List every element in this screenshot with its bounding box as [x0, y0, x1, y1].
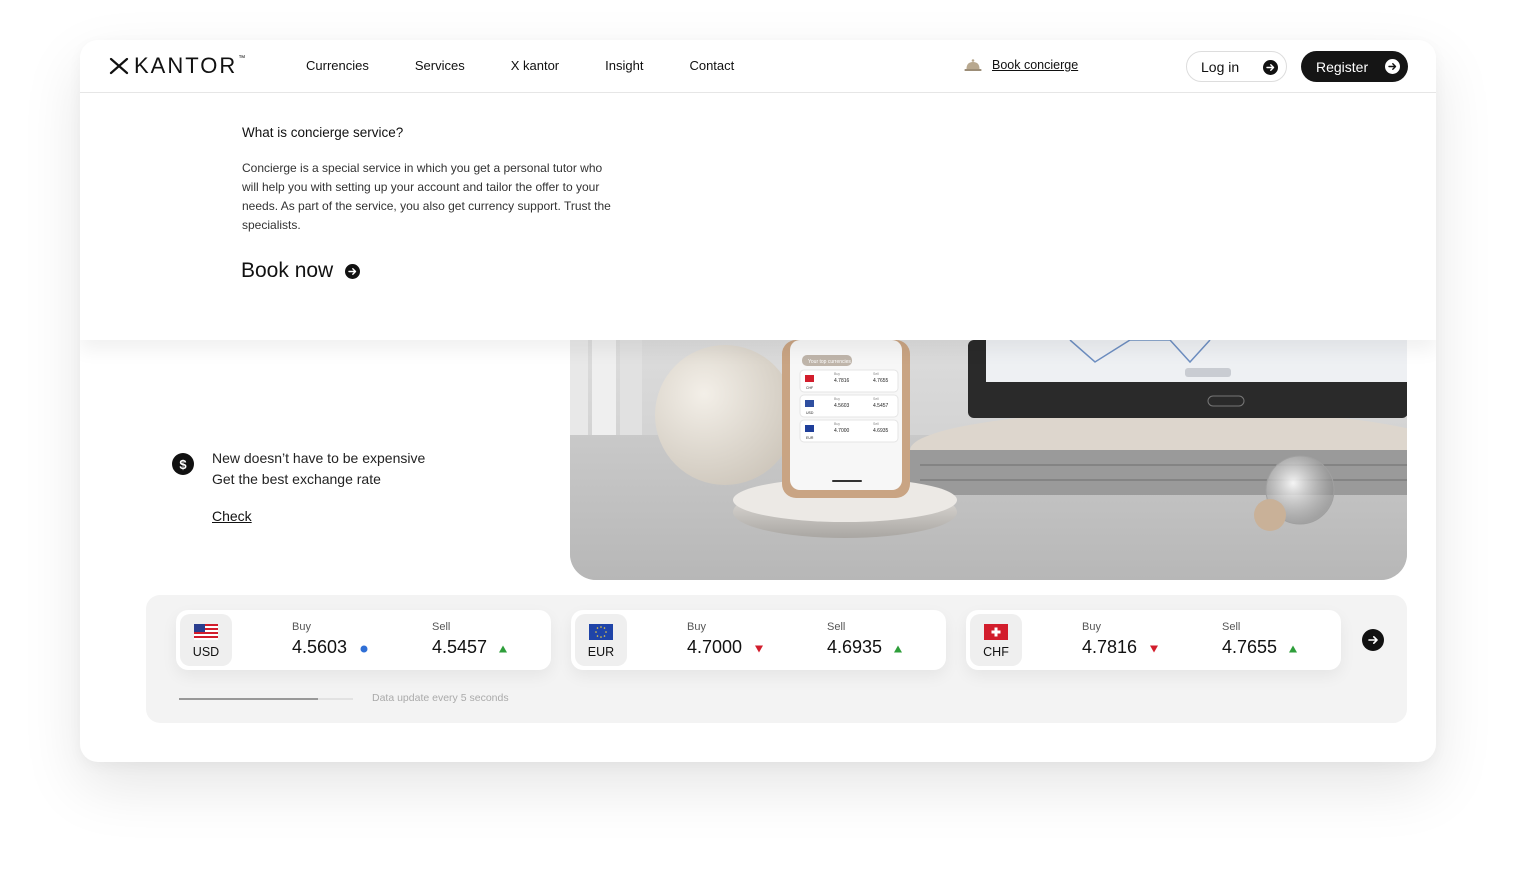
phone-row-buy-label: Buy [834, 372, 840, 376]
sell-value: 4.6935 [827, 637, 883, 657]
phone-row-code: USD [806, 411, 814, 415]
currency-code: EUR [587, 645, 615, 659]
nav-insight[interactable]: Insight [605, 58, 643, 73]
register-button[interactable]: Register [1301, 51, 1408, 82]
next-rates-button[interactable] [1362, 629, 1384, 651]
book-concierge-label: Book concierge [992, 58, 1079, 72]
rates-panel: USD Buy 4.5603 Sell 4.5457 EUR Buy 4.700… [146, 595, 1407, 723]
trend-up-icon [499, 645, 507, 653]
concierge-description: Concierge is a special service in which … [242, 161, 611, 232]
x-logo-icon [109, 57, 129, 75]
brand-name: KANTOR [134, 53, 238, 78]
update-progress-bar [179, 698, 353, 700]
hero-image: Your top currencies CHF Buy 4.7816 Sell … [570, 340, 1407, 580]
buy-value: 4.5603 [292, 637, 348, 657]
promo-subline: Get the best exchange rate [212, 471, 381, 487]
brand-logo[interactable]: KANTOR ™ [108, 53, 245, 79]
concierge-dropdown: What is concierge service? Concierge is … [80, 93, 1436, 340]
phone-row-buy: 4.5603 [834, 403, 850, 409]
sell-label: Sell [1222, 621, 1241, 633]
currency-badge: EUR [575, 614, 627, 666]
top-header: KANTOR ™ Currencies Services X kantor In… [80, 40, 1436, 93]
phone-row-buy: 4.7816 [834, 378, 850, 384]
trend-down-icon [755, 645, 763, 653]
currency-code: CHF [983, 645, 1009, 659]
trend-up-icon [894, 645, 902, 653]
phone-row-code: CHF [806, 386, 813, 390]
buy-label: Buy [292, 621, 311, 633]
arrow-right-icon [345, 263, 361, 279]
rate-card-chf[interactable]: CHF Buy 4.7816 Sell 4.7655 [966, 610, 1341, 670]
book-now-label: Book now [241, 259, 334, 282]
buy-value: 4.7000 [687, 637, 743, 657]
buy-label: Buy [1082, 621, 1101, 633]
phone-row-code: EUR [806, 436, 814, 440]
nav-currencies[interactable]: Currencies [306, 58, 369, 73]
update-info-text: Data update every 5 seconds [372, 692, 509, 704]
arrow-right-icon [1368, 636, 1378, 644]
brand-tm: ™ [238, 54, 246, 62]
login-button[interactable]: Log in [1186, 51, 1287, 82]
phone-row-sell: 4.5457 [873, 403, 889, 409]
hero-illustration: Your top currencies CHF Buy 4.7816 Sell … [570, 340, 1407, 580]
nav-x-kantor[interactable]: X kantor [511, 58, 559, 73]
update-progress-fill [179, 698, 319, 700]
book-concierge-link[interactable]: Book concierge [964, 58, 1078, 72]
promo-headline: New doesn’t have to be expensive [212, 450, 426, 466]
phone-row-buy: 4.7000 [834, 428, 850, 434]
concierge-title: What is concierge service? [242, 125, 404, 140]
phone-row-buy-label: Buy [834, 422, 840, 426]
login-label: Log in [1201, 58, 1240, 75]
buy-label: Buy [687, 621, 706, 633]
sell-value: 4.5457 [432, 637, 488, 657]
phone-widget-header: Your top currencies [808, 359, 851, 365]
register-label: Register [1316, 58, 1369, 75]
flag-us-icon [194, 624, 218, 640]
book-now-button[interactable]: Book now [241, 259, 361, 283]
buy-value: 4.7816 [1082, 637, 1138, 657]
neutral-dot-icon [360, 645, 368, 653]
dollar-icon: $ [172, 453, 194, 475]
trend-down-icon [1150, 645, 1158, 653]
main-nav: Currencies Services X kantor Insight Con… [306, 58, 780, 73]
check-link[interactable]: Check [212, 508, 252, 524]
rate-card-usd[interactable]: USD Buy 4.5603 Sell 4.5457 [176, 610, 551, 670]
trend-up-icon [1289, 645, 1297, 653]
nav-contact[interactable]: Contact [689, 58, 734, 73]
phone-row-sell: 4.7655 [873, 378, 889, 384]
currency-badge: USD [180, 614, 232, 666]
arrow-right-icon [1385, 59, 1400, 74]
sell-label: Sell [432, 621, 451, 633]
sell-label: Sell [827, 621, 846, 633]
phone-row-sell: 4.6935 [873, 428, 889, 434]
phone-row-sell-label: Sell [873, 397, 879, 401]
arrow-right-icon [1263, 60, 1278, 75]
flag-ch-icon [984, 624, 1008, 640]
rate-card-eur[interactable]: EUR Buy 4.7000 Sell 4.6935 [571, 610, 946, 670]
phone-row-sell-label: Sell [873, 372, 879, 376]
currency-code: USD [192, 645, 220, 659]
sell-value: 4.7655 [1222, 637, 1278, 657]
bell-icon [964, 59, 982, 71]
phone-row-buy-label: Buy [834, 397, 840, 401]
app-window: KANTOR ™ Currencies Services X kantor In… [80, 40, 1436, 762]
currency-badge: CHF [970, 614, 1022, 666]
phone-row-sell-label: Sell [873, 422, 879, 426]
flag-eu-icon [589, 624, 613, 640]
nav-services[interactable]: Services [415, 58, 465, 73]
